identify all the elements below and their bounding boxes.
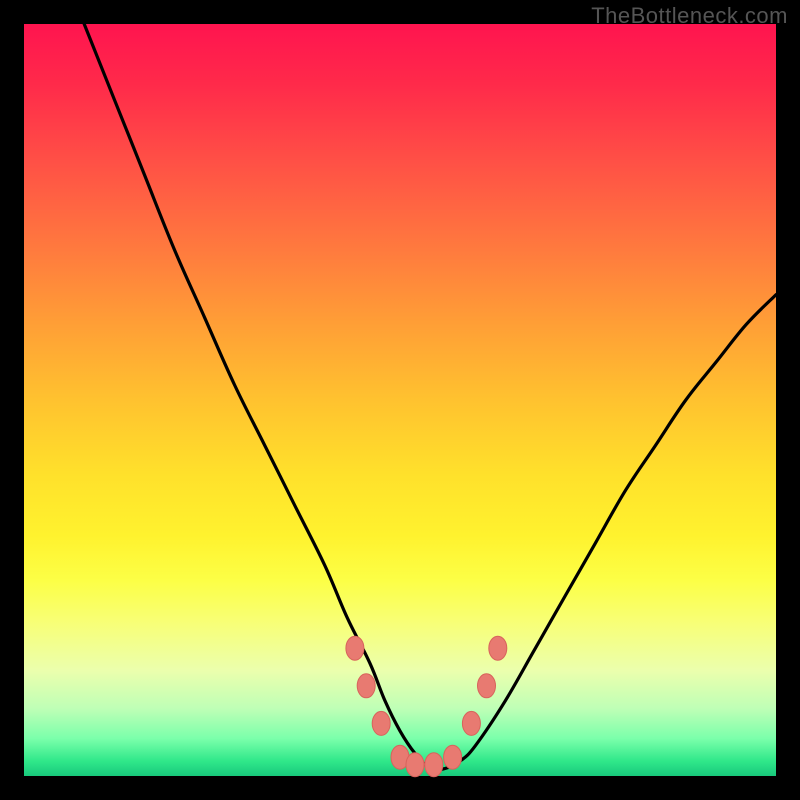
curve-marker: [478, 674, 496, 698]
watermark-text: TheBottleneck.com: [591, 3, 788, 29]
curve-marker: [406, 753, 424, 777]
curve-marker: [425, 753, 443, 777]
bottleneck-curve: [24, 24, 776, 776]
curve-marker: [489, 636, 507, 660]
chart-frame: TheBottleneck.com: [0, 0, 800, 800]
curve-marker: [444, 745, 462, 769]
curve-marker: [357, 674, 375, 698]
curve-marker: [372, 711, 390, 735]
curve-marker: [462, 711, 480, 735]
curve-marker: [346, 636, 364, 660]
chart-plot-area: [24, 24, 776, 776]
